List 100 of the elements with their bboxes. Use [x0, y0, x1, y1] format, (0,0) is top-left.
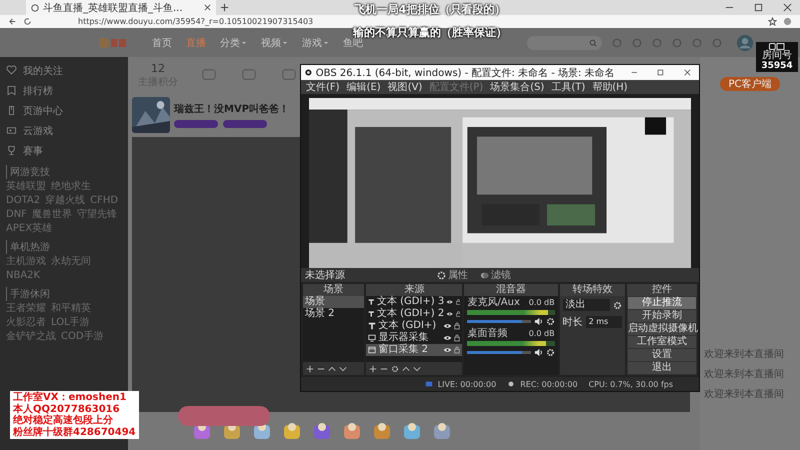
source-item[interactable]: 文本 (GDI+) 3 — [366, 296, 462, 308]
duration-field[interactable]: 2 ms — [586, 316, 622, 328]
refresh-icon[interactable] — [23, 17, 32, 26]
category-link[interactable]: 火影忍者 — [6, 317, 46, 329]
speaker-icon[interactable] — [534, 317, 543, 326]
menu-item[interactable]: 场景集合(S) — [490, 80, 544, 94]
category-link[interactable]: 金铲铲之战 — [6, 331, 56, 343]
category-link[interactable]: DNF — [6, 209, 27, 221]
gift-icon[interactable] — [432, 421, 452, 441]
scene-item[interactable]: 场景 2 — [303, 308, 364, 320]
category-link[interactable]: 守望先锋 — [76, 209, 117, 221]
category-link[interactable]: APEX英雄 — [6, 223, 52, 235]
transition-select[interactable]: 淡出 — [562, 299, 610, 311]
lock-icon[interactable] — [456, 298, 460, 306]
source-item[interactable]: 显示器采集 — [366, 332, 462, 344]
sidebar-item[interactable]: 页游中心 — [6, 101, 122, 120]
back-icon[interactable] — [8, 17, 17, 26]
up-icon[interactable] — [328, 364, 336, 372]
sidebar-item[interactable]: 我的关注 — [6, 61, 122, 80]
control-button[interactable]: 工作室模式 — [628, 336, 696, 348]
gift-icon[interactable] — [372, 421, 392, 441]
caption-text: 输的不算只算赢的（胜率保证） — [353, 25, 507, 39]
eye-icon[interactable] — [443, 335, 452, 341]
menu-item[interactable]: 编辑(E) — [346, 80, 381, 94]
gift-icon[interactable] — [342, 421, 362, 441]
menu-item[interactable]: 工具(T) — [551, 80, 586, 94]
nav-link[interactable]: 视频 — [261, 36, 288, 50]
browser-tab[interactable]: 斗鱼直播_英雄联盟直播_斗鱼... — [26, 0, 216, 15]
pc-client-button[interactable]: PC客户端 — [720, 77, 780, 91]
properties-button[interactable]: 属性 — [437, 268, 468, 282]
gift-icon[interactable] — [312, 421, 332, 441]
category-link[interactable]: 主机游戏 — [6, 256, 46, 268]
gift-icon[interactable] — [402, 421, 422, 441]
maximize-icon[interactable] — [754, 3, 763, 12]
category-link[interactable]: DOTA2 — [6, 195, 40, 207]
volume-slider[interactable] — [467, 320, 531, 323]
contact-text: 本人QQ2077863016 — [13, 404, 121, 414]
profile-icon[interactable] — [783, 17, 792, 26]
speaker-icon[interactable] — [534, 348, 543, 357]
category-link[interactable]: NBA2K — [6, 270, 40, 282]
down-icon[interactable] — [413, 364, 422, 372]
settings-icon[interactable] — [613, 300, 622, 310]
close-icon[interactable] — [684, 68, 691, 77]
tag-pill[interactable] — [174, 120, 218, 128]
control-button[interactable]: 退出 — [628, 362, 696, 374]
close-icon[interactable] — [204, 4, 211, 11]
contact-text: 工作室VX：emoshen1 — [13, 392, 128, 404]
close-icon[interactable] — [783, 3, 792, 12]
category-link[interactable]: 英雄联盟 — [6, 181, 46, 193]
filters-button[interactable]: 滤镜 — [480, 268, 511, 282]
lock-icon[interactable] — [454, 334, 460, 342]
new-tab-icon[interactable] — [220, 3, 229, 12]
menu-item[interactable]: 文件(F) — [306, 80, 340, 94]
source-item[interactable]: 窗口采集 2 — [366, 344, 462, 356]
eye-icon[interactable] — [443, 347, 452, 353]
control-button[interactable]: 设置 — [628, 349, 696, 361]
eye-icon[interactable] — [446, 299, 454, 305]
control-button[interactable]: 停止推流 — [628, 297, 696, 309]
category-link[interactable]: 王者荣耀 — [6, 303, 46, 315]
category-link[interactable]: COD手游 — [61, 331, 104, 343]
add-icon[interactable] — [369, 364, 378, 372]
control-button[interactable]: 开始录制 — [628, 310, 696, 322]
maximize-icon[interactable] — [657, 68, 664, 77]
nav-link[interactable]: 游戏 — [302, 36, 329, 50]
category-link[interactable]: 穿越火线 — [45, 195, 86, 207]
settings-icon[interactable] — [546, 348, 555, 357]
menu-item[interactable]: 视图(V) — [388, 80, 422, 94]
nav-link[interactable]: 分类 — [220, 36, 247, 50]
control-button[interactable]: 启动虚拟摄像机 — [628, 323, 696, 335]
gift-icon[interactable] — [282, 421, 302, 441]
star-icon[interactable] — [768, 17, 777, 26]
search-icon[interactable] — [589, 38, 597, 46]
channel-name: 桌面音频 — [467, 329, 508, 339]
lock-icon[interactable] — [454, 322, 460, 330]
category-link[interactable]: 魔兽世界 — [32, 209, 72, 221]
lock-icon[interactable] — [456, 310, 460, 318]
source-item[interactable]: 文本 (GDI+) — [366, 320, 462, 332]
settings-icon[interactable] — [546, 317, 555, 326]
tag-pill[interactable] — [223, 120, 267, 128]
add-icon[interactable] — [306, 364, 314, 372]
volume-slider[interactable] — [467, 351, 531, 354]
menu-item[interactable]: 帮助(H) — [592, 80, 628, 94]
search-field[interactable] — [527, 36, 602, 50]
settings-icon[interactable] — [391, 364, 400, 372]
category-link[interactable]: CFHD — [90, 195, 118, 207]
source-item[interactable]: 文本 (GDI+) 2 — [366, 308, 462, 320]
down-icon[interactable] — [339, 364, 347, 372]
category-link[interactable]: 和平精英 — [51, 303, 91, 315]
up-icon[interactable] — [402, 364, 410, 372]
nav-link[interactable]: 首页 — [152, 36, 172, 50]
scene-item[interactable]: 场景 — [303, 296, 364, 308]
sidebar-item[interactable]: 赛事 — [6, 141, 122, 160]
sidebar-item[interactable]: 云游戏 — [6, 121, 122, 140]
eye-icon[interactable] — [443, 323, 452, 329]
eye-icon[interactable] — [446, 311, 454, 317]
sidebar-item[interactable]: 排行榜 — [6, 81, 122, 100]
lock-icon[interactable] — [454, 346, 460, 354]
category-link[interactable]: 绝地求生 — [51, 181, 91, 193]
category-link[interactable]: 永劫无间 — [51, 256, 91, 268]
category-link[interactable]: LOL手游 — [51, 317, 90, 329]
